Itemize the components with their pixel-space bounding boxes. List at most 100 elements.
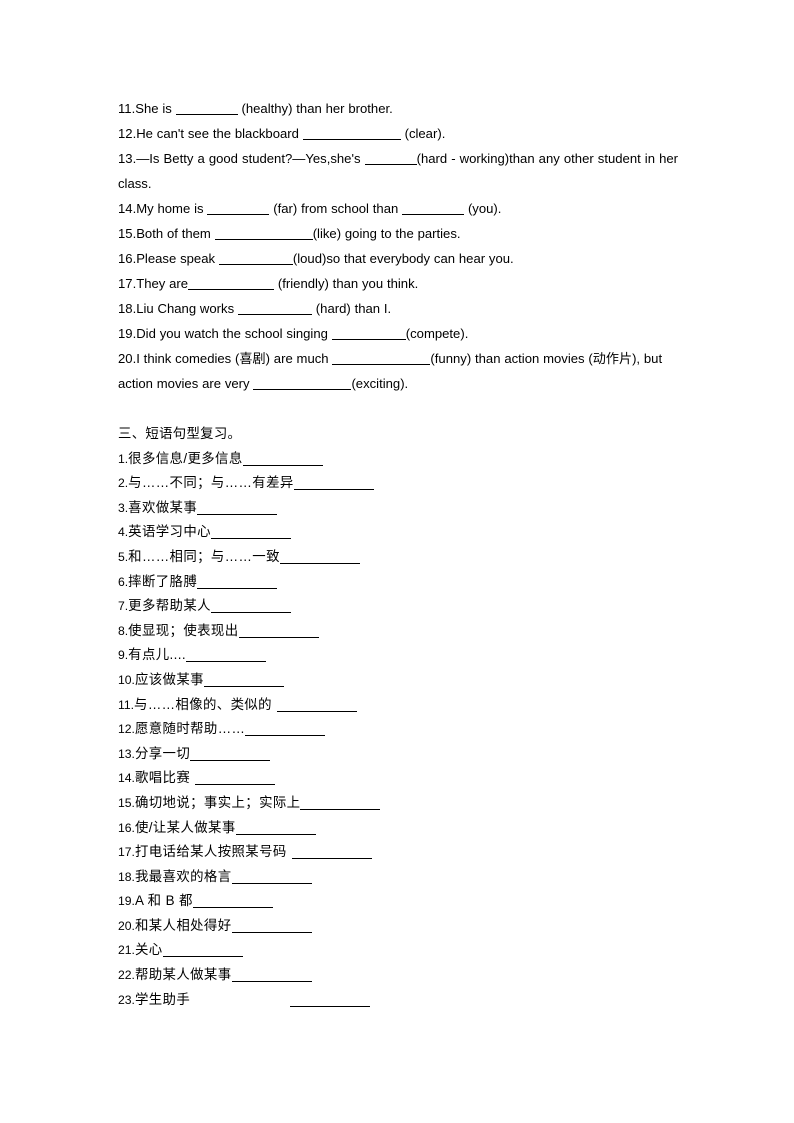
item-text: 与……不同；与……有差异 <box>128 475 294 491</box>
item-number: 8. <box>118 623 129 638</box>
answer-blank[interactable] <box>238 624 319 638</box>
chinese-phrase-item: 13.分享一切 <box>118 742 678 767</box>
answer-blank[interactable] <box>175 102 238 115</box>
answer-blank[interactable] <box>302 127 401 140</box>
answer-blank[interactable] <box>231 919 312 933</box>
english-exercise-item: 13.—Is Betty a good student?—Yes,she's (… <box>118 146 678 196</box>
item-text: (you). <box>464 201 502 216</box>
answer-blank[interactable] <box>203 673 284 687</box>
answer-blank[interactable] <box>207 202 270 215</box>
answer-blank[interactable] <box>253 377 352 390</box>
english-exercise-item: 16.Please speak (loud)so that everybody … <box>118 246 678 271</box>
item-number: 13. <box>118 151 137 166</box>
item-text: 打电话给某人按照某号码 <box>134 844 287 860</box>
answer-blank[interactable] <box>291 845 372 860</box>
item-text: (clear). <box>400 126 446 141</box>
item-number: 16. <box>118 251 137 266</box>
answer-blank[interactable] <box>162 943 243 958</box>
answer-blank[interactable] <box>300 796 381 810</box>
item-number: 11. <box>118 697 135 712</box>
answer-blank[interactable] <box>235 821 316 835</box>
english-exercise-item: 17.They are (friendly) than you think. <box>118 271 678 296</box>
answer-blank[interactable] <box>190 747 271 761</box>
answer-blank[interactable] <box>188 277 275 290</box>
item-text: —Is Betty a good student?—Yes,she's <box>136 151 365 166</box>
item-text: (far) from school than <box>269 201 403 216</box>
item-text: (friendly) than you think. <box>274 276 419 291</box>
item-number: 21. <box>118 943 135 958</box>
answer-blank[interactable] <box>290 993 371 1007</box>
item-text: 愿意随时帮助…… <box>134 721 246 737</box>
item-number: 14. <box>118 771 135 786</box>
answer-blank[interactable] <box>210 525 291 540</box>
chinese-phrase-item: 10.应该做某事 <box>118 668 678 693</box>
chinese-phrase-item: 5.和……相同；与……一致 <box>118 545 678 570</box>
answer-blank[interactable] <box>332 352 431 365</box>
item-number: 2. <box>118 476 129 491</box>
chinese-phrase-item: 12.愿意随时帮助…… <box>118 717 678 742</box>
item-text: 与……相像的、类似的 <box>134 696 272 712</box>
content-column: 11.She is (healthy) than her brother. 12.… <box>118 96 678 1012</box>
item-text: 和某人相处得好 <box>134 917 232 933</box>
item-number: 20. <box>118 351 137 366</box>
item-text: 使显现；使表现出 <box>128 622 239 638</box>
answer-blank[interactable] <box>197 501 278 515</box>
item-text: Please speak <box>136 251 219 266</box>
chinese-phrase-item: 16.使/让某人做某事 <box>118 816 678 841</box>
item-text: A 和 B 都 <box>134 893 193 909</box>
item-text: 更多帮助某人 <box>128 598 211 614</box>
answer-blank[interactable] <box>214 227 313 240</box>
answer-blank[interactable] <box>231 968 312 983</box>
item-text: Both of them <box>136 226 215 241</box>
answer-blank[interactable] <box>279 550 360 564</box>
answer-blank[interactable] <box>237 302 312 315</box>
item-number: 12. <box>118 126 137 141</box>
worksheet-page: 11.She is (healthy) than her brother. 12.… <box>0 0 794 1123</box>
item-number: 9. <box>118 648 129 663</box>
answer-blank[interactable] <box>293 476 374 491</box>
item-text: 摔断了胳膊 <box>128 573 198 589</box>
item-text: 喜欢做某事 <box>128 499 198 515</box>
item-text: 我最喜欢的格言 <box>134 868 232 884</box>
item-text: 和……相同；与……一致 <box>128 548 280 564</box>
answer-blank[interactable] <box>192 894 273 909</box>
item-text: 有点儿.... <box>128 647 187 663</box>
item-text: 英语学习中心 <box>128 524 211 540</box>
item-text: (healthy) than her brother. <box>237 101 393 116</box>
english-exercise-item: 14.My home is (far) from school than (yo… <box>118 196 678 221</box>
item-text: (like) going to the parties. <box>312 226 461 241</box>
item-text: 关心 <box>134 942 163 958</box>
item-number: 6. <box>118 574 129 589</box>
answer-blank[interactable] <box>218 252 293 265</box>
item-text: 使/让某人做某事 <box>134 819 236 835</box>
item-text: (exciting). <box>351 376 409 391</box>
item-number: 13. <box>118 746 135 761</box>
item-number: 12. <box>118 722 135 737</box>
item-number: 14. <box>118 201 137 216</box>
item-number: 19. <box>118 894 135 909</box>
answer-blank[interactable] <box>231 870 312 884</box>
answer-blank[interactable] <box>242 452 323 466</box>
chinese-phrase-section: 三、短语句型复习。 1.很多信息/更多信息 2.与……不同；与……有差异 3.喜欢做… <box>118 422 678 1012</box>
item-number: 17. <box>118 845 135 860</box>
item-text: My home is <box>136 201 208 216</box>
item-number: 18. <box>118 869 135 884</box>
answer-blank[interactable] <box>245 722 326 737</box>
answer-blank[interactable] <box>276 698 357 712</box>
answer-blank[interactable] <box>402 202 465 215</box>
chinese-phrase-item: 9.有点儿.... <box>118 643 678 668</box>
english-exercise-item: 11.She is (healthy) than her brother. <box>118 96 678 121</box>
item-number: 22. <box>118 968 135 983</box>
chinese-phrase-item: 23.学生助手 <box>118 988 678 1013</box>
answer-blank[interactable] <box>197 575 278 589</box>
item-number: 17. <box>118 276 137 291</box>
answer-blank[interactable] <box>364 152 417 165</box>
item-number: 3. <box>118 500 129 515</box>
answer-blank[interactable] <box>331 327 406 340</box>
chinese-phrase-item: 2.与……不同；与……有差异 <box>118 471 678 496</box>
answer-blank[interactable] <box>195 771 276 786</box>
chinese-phrase-item: 4.英语学习中心 <box>118 520 678 545</box>
item-text: 学生助手 <box>134 991 191 1007</box>
answer-blank[interactable] <box>210 599 291 614</box>
answer-blank[interactable] <box>186 648 267 663</box>
